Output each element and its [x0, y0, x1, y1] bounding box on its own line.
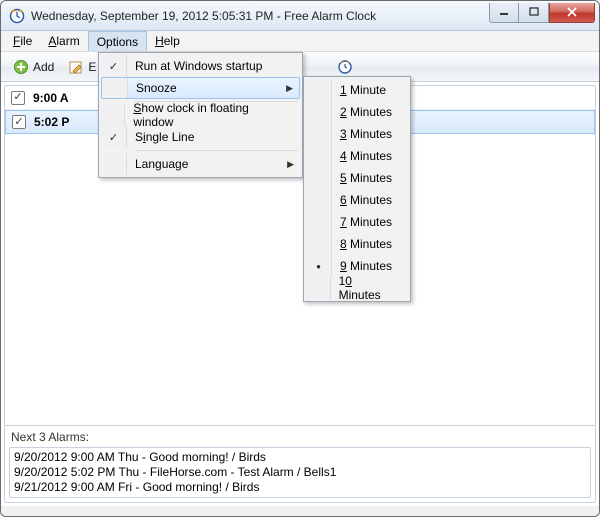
snooze-option-label: 9 Minutes — [340, 259, 392, 273]
snooze-option-label: 6 Minutes — [340, 193, 392, 207]
snooze-option[interactable]: 6 Minutes — [306, 189, 408, 211]
snooze-option[interactable]: 2 Minutes — [306, 101, 408, 123]
radio-empty — [306, 189, 332, 211]
snooze-option-label: 8 Minutes — [340, 237, 392, 251]
opt-single-line[interactable]: Single Line — [101, 126, 300, 148]
snooze-option-label: 3 Minutes — [340, 127, 392, 141]
snooze-option[interactable]: 3 Minutes — [306, 123, 408, 145]
menu-alarm[interactable]: Alarm — [40, 31, 87, 51]
snooze-submenu: 1 Minute 2 Minutes 3 Minutes 4 Minutes 5 Min… — [303, 76, 411, 302]
next-alarm-line: 9/20/2012 5:02 PM Thu - FileHorse.com - … — [14, 465, 586, 480]
radio-empty — [306, 123, 332, 145]
radio-empty — [306, 167, 332, 189]
app-icon — [9, 8, 25, 24]
alarm-time: 9:00 A — [33, 91, 69, 105]
radio-empty — [306, 211, 332, 233]
next-alarm-line: 9/21/2012 9:00 AM Fri - Good morning! / … — [14, 480, 586, 495]
maximize-button[interactable] — [519, 3, 549, 23]
next-alarms-panel: Next 3 Alarms: 9/20/2012 9:00 AM Thu - G… — [5, 425, 595, 502]
menubar: File Alarm Options Help — [1, 31, 599, 52]
snooze-option[interactable]: 10 Minutes — [306, 277, 408, 299]
next-alarms-label: Next 3 Alarms: — [9, 428, 591, 447]
snooze-option[interactable]: 1 Minute — [306, 79, 408, 101]
alarm-checkbox[interactable] — [12, 115, 26, 129]
add-icon — [13, 59, 29, 75]
opt-run-startup[interactable]: Run at Windows startup — [101, 55, 300, 77]
snooze-option-label: 5 Minutes — [340, 171, 392, 185]
clock-icon — [337, 59, 353, 75]
snooze-option[interactable]: 7 Minutes — [306, 211, 408, 233]
snooze-option[interactable]: 4 Minutes — [306, 145, 408, 167]
alarm-time: 5:02 P — [34, 115, 69, 129]
radio-empty — [306, 233, 332, 255]
next-alarm-line: 9/20/2012 9:00 AM Thu - Good morning! / … — [14, 450, 586, 465]
clock-button[interactable] — [331, 57, 359, 77]
radio-empty — [306, 101, 332, 123]
edit-label: E — [88, 60, 96, 74]
radio-empty — [306, 145, 332, 167]
snooze-option-label: 10 Minutes — [339, 274, 394, 302]
menu-file[interactable]: File — [5, 31, 40, 51]
radio-empty — [306, 277, 331, 299]
app-window: Wednesday, September 19, 2012 5:05:31 PM… — [0, 0, 600, 517]
statusbar — [1, 506, 599, 516]
window-controls — [489, 3, 595, 23]
snooze-option-label: 1 Minute — [340, 83, 386, 97]
chevron-right-icon: ▶ — [287, 159, 294, 170]
snooze-option-label: 7 Minutes — [340, 215, 392, 229]
snooze-option[interactable]: 5 Minutes — [306, 167, 408, 189]
alarm-checkbox[interactable] — [11, 91, 25, 105]
window-title: Wednesday, September 19, 2012 5:05:31 PM… — [31, 9, 489, 23]
chevron-right-icon: ▶ — [286, 83, 293, 94]
add-button[interactable]: Add — [7, 57, 60, 77]
options-dropdown: Run at Windows startup Snooze ▶ Show clo… — [98, 52, 303, 178]
snooze-option-label: 2 Minutes — [340, 105, 392, 119]
opt-language[interactable]: Language ▶ — [101, 153, 300, 175]
titlebar[interactable]: Wednesday, September 19, 2012 5:05:31 PM… — [1, 1, 599, 31]
check-icon — [101, 55, 127, 77]
separator — [135, 150, 298, 151]
opt-show-clock[interactable]: Show clock in floating window — [101, 104, 300, 126]
minimize-button[interactable] — [489, 3, 519, 23]
radio-dot-icon — [306, 255, 332, 277]
snooze-option-label: 4 Minutes — [340, 149, 392, 163]
opt-snooze[interactable]: Snooze ▶ — [101, 77, 300, 99]
close-button[interactable] — [549, 3, 595, 23]
radio-empty — [306, 79, 332, 101]
menu-options[interactable]: Options — [88, 31, 147, 51]
add-label: Add — [33, 60, 54, 74]
edit-icon — [68, 59, 84, 75]
edit-button[interactable]: E — [62, 57, 102, 77]
snooze-option[interactable]: 8 Minutes — [306, 233, 408, 255]
next-alarms-box: 9/20/2012 9:00 AM Thu - Good morning! / … — [9, 447, 591, 498]
check-icon — [101, 126, 127, 148]
menu-help[interactable]: Help — [147, 31, 188, 51]
